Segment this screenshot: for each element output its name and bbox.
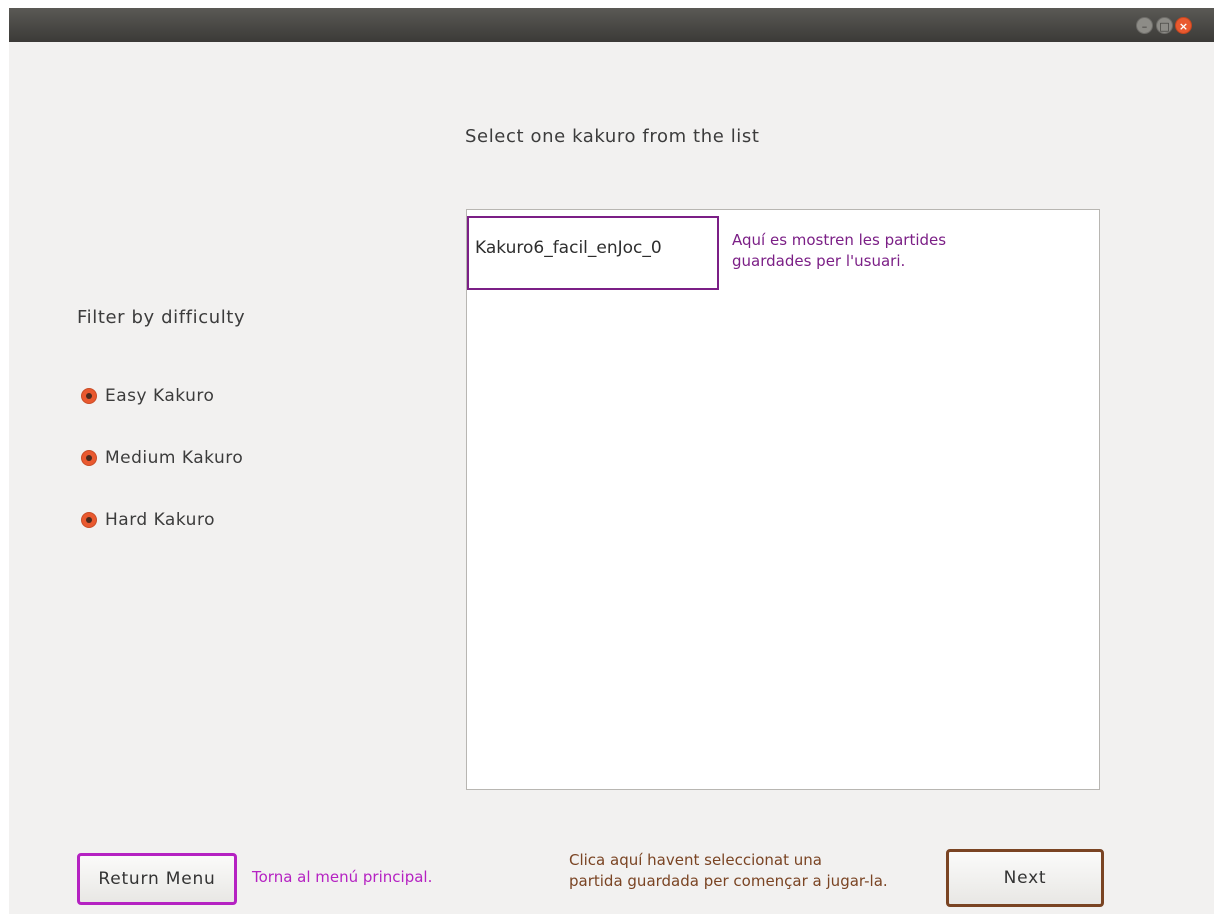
next-button[interactable]: Next bbox=[946, 849, 1104, 907]
annotation-next: Clica aquí havent seleccionat una partid… bbox=[569, 850, 888, 892]
minimize-icon[interactable]: – bbox=[1136, 17, 1153, 34]
annotation-list: Aquí es mostren les partides guardades p… bbox=[732, 230, 1032, 272]
radio-easy[interactable]: Easy Kakuro bbox=[81, 384, 214, 408]
page-title: Select one kakuro from the list bbox=[465, 126, 760, 147]
annotation-list-line1: Aquí es mostren les partides bbox=[732, 231, 947, 249]
radio-hard[interactable]: Hard Kakuro bbox=[81, 508, 215, 532]
list-item[interactable]: Kakuro6_facil_enJoc_0 bbox=[475, 238, 662, 258]
radio-medium[interactable]: Medium Kakuro bbox=[81, 446, 243, 470]
radio-selected-icon bbox=[81, 388, 97, 404]
maximize-icon[interactable]: □ bbox=[1156, 17, 1173, 34]
close-icon[interactable]: × bbox=[1175, 17, 1192, 34]
radio-selected-icon bbox=[81, 512, 97, 528]
radio-selected-icon bbox=[81, 450, 97, 466]
app-window: – □ × Select one kakuro from the list Fi… bbox=[9, 8, 1214, 914]
return-menu-button[interactable]: Return Menu bbox=[77, 853, 237, 905]
radio-label-easy: Easy Kakuro bbox=[105, 386, 215, 406]
title-bar: – □ × bbox=[9, 8, 1214, 42]
saved-games-list[interactable]: Kakuro6_facil_enJoc_0 bbox=[466, 209, 1100, 790]
radio-label-medium: Medium Kakuro bbox=[105, 448, 244, 468]
annotation-list-line2: guardades per l'usuari. bbox=[732, 252, 906, 270]
filter-title: Filter by difficulty bbox=[77, 307, 246, 328]
annotation-next-line2: partida guardada per començar a jugar-la… bbox=[569, 872, 888, 890]
radio-label-hard: Hard Kakuro bbox=[105, 510, 215, 530]
annotation-return: Torna al menú principal. bbox=[252, 868, 433, 886]
annotation-next-line1: Clica aquí havent seleccionat una bbox=[569, 851, 822, 869]
